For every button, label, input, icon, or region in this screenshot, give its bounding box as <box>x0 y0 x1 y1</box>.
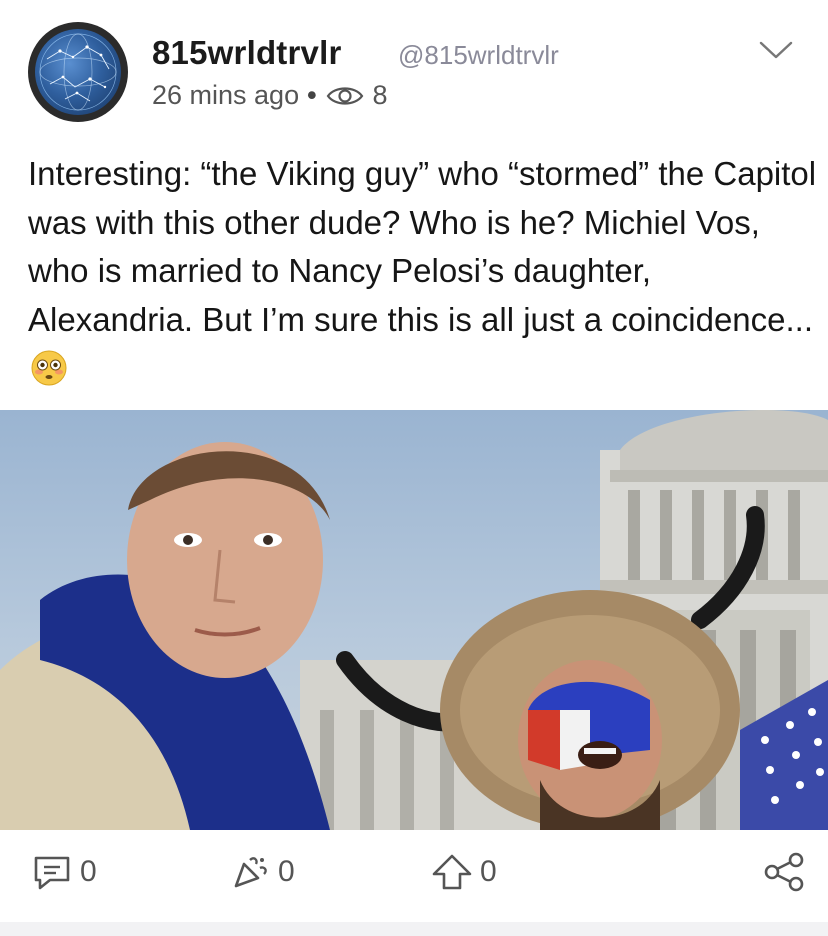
author-display-name[interactable]: 815wrldtrvlr <box>152 34 342 72</box>
post-body-text: Interesting: “the Viking guy” who “storm… <box>28 155 817 338</box>
post-image[interactable] <box>0 410 828 830</box>
author-handle[interactable]: @815wrldtrvlr <box>398 40 559 71</box>
card-bottom-divider <box>0 922 828 936</box>
comment-action[interactable]: 0 <box>30 850 97 894</box>
post-card: 815wrldtrvlr @815wrldtrvlr 26 mins ago •… <box>0 0 828 936</box>
post-meta: 26 mins ago • 8 <box>152 80 388 111</box>
share-action[interactable] <box>762 850 806 894</box>
post-actions: 0 0 0 <box>0 840 828 910</box>
flushed-face-emoji <box>31 350 67 386</box>
upvote-action[interactable]: 0 <box>430 850 497 894</box>
party-popper-icon <box>234 857 267 888</box>
share-icon <box>764 852 804 892</box>
post-timestamp: 26 mins ago <box>152 80 300 110</box>
like-action[interactable]: 0 <box>228 850 295 894</box>
meta-separator: • <box>307 80 317 110</box>
view-count: 8 <box>372 80 388 110</box>
upvote-count: 0 <box>480 855 497 888</box>
constellation-globe-icon <box>35 29 121 115</box>
comment-icon <box>34 856 70 890</box>
comment-count: 0 <box>80 855 97 888</box>
upvote-arrow-icon <box>432 854 472 890</box>
photo-illustration <box>0 410 828 830</box>
post-body: Interesting: “the Viking guy” who “storm… <box>28 150 818 393</box>
avatar[interactable] <box>28 22 128 122</box>
like-count: 0 <box>278 855 295 888</box>
chevron-down-icon[interactable] <box>758 38 794 62</box>
eye-icon <box>326 86 363 105</box>
